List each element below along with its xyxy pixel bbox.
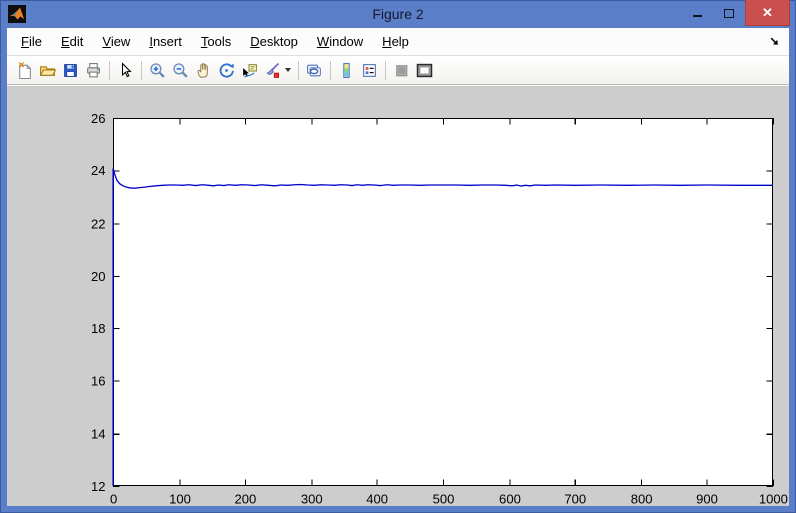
close-button[interactable]: ✕ <box>745 0 790 26</box>
maximize-icon <box>724 8 734 18</box>
close-icon: ✕ <box>762 4 773 20</box>
toolbar-separator <box>109 60 110 80</box>
insert-colorbar-button[interactable] <box>335 59 358 82</box>
zoom-in-icon <box>150 62 165 78</box>
svg-text:0: 0 <box>110 491 117 506</box>
menu-insert[interactable]: Insert <box>142 30 189 53</box>
menu-desktop[interactable]: Desktop <box>243 30 305 53</box>
brush-dropdown-icon[interactable] <box>285 68 291 72</box>
svg-text:1000: 1000 <box>759 491 788 506</box>
figure-toolbar <box>7 56 789 85</box>
svg-text:12: 12 <box>91 479 106 494</box>
title-bar[interactable]: Figure 2 ✕ <box>0 0 796 28</box>
insert-legend-icon <box>363 63 376 77</box>
zoom-in-button[interactable] <box>146 59 169 82</box>
figure-client: File Edit View Insert Tools Desktop Window Help… <box>7 28 789 506</box>
menu-bar: File Edit View Insert Tools Desktop Window Help <box>7 28 789 56</box>
figure-canvas: 0 100 200 300 400 500 600 700 800 900 1000 12 14 16 18… <box>7 85 789 506</box>
pan-button[interactable] <box>192 59 215 82</box>
svg-text:500: 500 <box>433 491 455 506</box>
edit-plot-button[interactable] <box>114 59 137 82</box>
svg-text:600: 600 <box>499 491 521 506</box>
maximize-button[interactable] <box>713 0 745 24</box>
svg-text:18: 18 <box>91 321 106 336</box>
insert-legend-button[interactable] <box>358 59 381 82</box>
save-figure-icon <box>64 63 77 77</box>
svg-text:900: 900 <box>696 491 718 506</box>
brush-button[interactable] <box>261 59 284 82</box>
svg-text:700: 700 <box>564 491 586 506</box>
menu-help[interactable]: Help <box>375 30 416 53</box>
svg-text:200: 200 <box>234 491 256 506</box>
open-file-button[interactable] <box>36 59 59 82</box>
minimize-icon <box>692 15 702 17</box>
zoom-out-icon <box>173 62 188 78</box>
print-figure-icon <box>87 62 100 77</box>
toolbar-separator <box>330 60 331 80</box>
svg-text:20: 20 <box>91 269 106 284</box>
brush-icon <box>266 62 280 78</box>
show-plot-tools-icon <box>416 63 433 77</box>
new-figure-icon <box>18 61 31 79</box>
svg-text:26: 26 <box>91 111 106 126</box>
print-figure-button[interactable] <box>82 59 105 82</box>
minimize-button[interactable] <box>681 0 713 24</box>
pan-icon <box>197 62 208 78</box>
svg-text:400: 400 <box>366 491 388 506</box>
window-title: Figure 2 <box>372 6 424 22</box>
hide-plot-tools-icon <box>396 64 408 76</box>
svg-text:16: 16 <box>91 373 106 388</box>
svg-text:24: 24 <box>91 163 106 178</box>
data-cursor-icon <box>243 63 257 78</box>
menu-edit[interactable]: Edit <box>54 30 90 53</box>
rotate-3d-button[interactable] <box>215 59 238 82</box>
data-cursor-button[interactable] <box>238 59 261 82</box>
toolbar-separator <box>141 60 142 80</box>
toolbar-separator <box>298 60 299 80</box>
hide-plot-tools-button[interactable] <box>390 59 413 82</box>
axes-plot: 0 100 200 300 400 500 600 700 800 900 1000 12 14 16 18… <box>91 111 788 507</box>
show-plot-tools-button[interactable] <box>413 59 436 82</box>
link-plot-button[interactable] <box>303 59 326 82</box>
svg-text:22: 22 <box>91 217 106 232</box>
toolbar-separator <box>385 60 386 80</box>
svg-text:800: 800 <box>631 491 653 506</box>
rotate-3d-icon <box>219 62 234 78</box>
menu-view[interactable]: View <box>95 30 137 53</box>
link-plot-icon <box>307 64 321 76</box>
menu-file[interactable]: File <box>14 30 49 53</box>
edit-plot-icon <box>121 61 132 77</box>
dock-figure-arrow-icon[interactable] <box>768 35 781 48</box>
svg-text:14: 14 <box>91 427 106 442</box>
new-figure-button[interactable] <box>13 59 36 82</box>
zoom-out-button[interactable] <box>169 59 192 82</box>
figure-window: Figure 2 ✕ File Edit View Insert Tools Deskto… <box>0 0 796 513</box>
menu-tools[interactable]: Tools <box>194 30 238 53</box>
svg-text:100: 100 <box>169 491 191 506</box>
svg-text:300: 300 <box>301 491 323 506</box>
open-file-icon <box>39 65 56 76</box>
insert-colorbar-icon <box>343 62 350 78</box>
menu-window[interactable]: Window <box>310 30 370 53</box>
save-figure-button[interactable] <box>59 59 82 82</box>
matlab-logo-icon <box>8 5 26 23</box>
